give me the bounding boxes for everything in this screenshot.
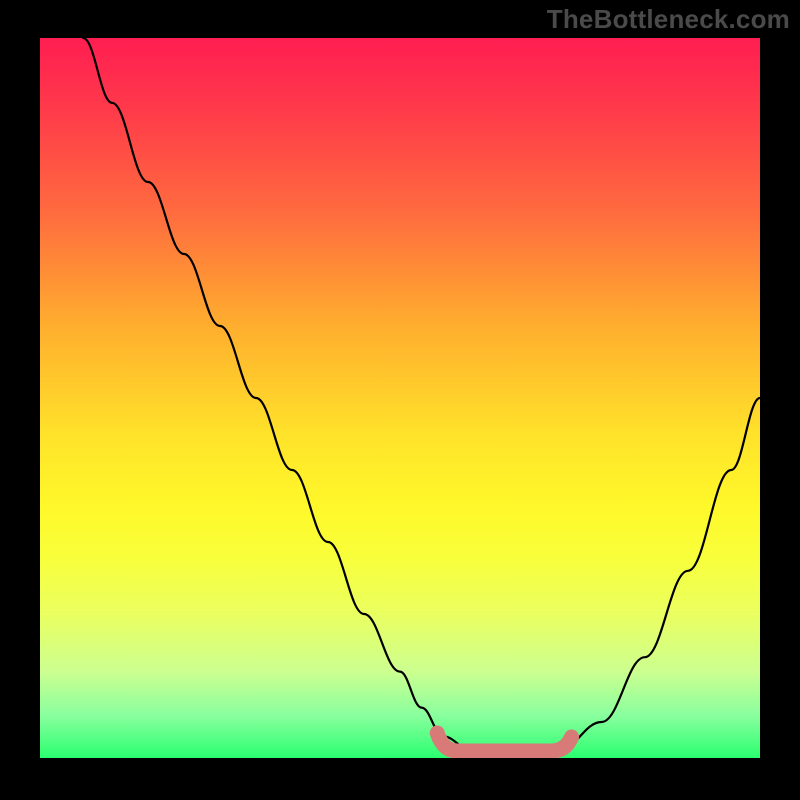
- bottleneck-curve-line: [83, 38, 760, 758]
- plot-frame: [40, 38, 760, 758]
- chart-svg: [40, 38, 760, 758]
- chart-container: TheBottleneck.com: [0, 0, 800, 800]
- chart-lines: [83, 38, 760, 758]
- watermark-text: TheBottleneck.com: [547, 4, 790, 35]
